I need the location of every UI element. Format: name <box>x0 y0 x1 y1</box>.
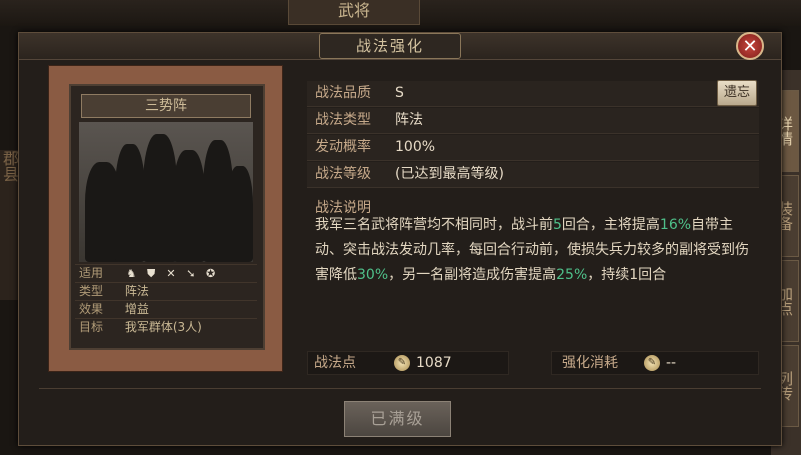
enhance-cost-value: -- <box>666 355 677 371</box>
divider <box>39 388 761 389</box>
level-value: (已达到最高等级) <box>395 166 504 182</box>
max-level-button[interactable]: 已满级 <box>344 401 451 437</box>
cavalry-icon: ♞ <box>126 267 137 280</box>
skill-points-label: 战法点 <box>314 355 356 371</box>
prop-target-row: 目标 我军群体(3人) <box>75 318 257 336</box>
skill-card: 三势阵 适用 ♞ ⛊ ✕ ➘ ✪ 类型 阵法 效果 增益 目标 我军群体(3人) <box>69 84 265 350</box>
type-label: 战法类型 <box>315 112 371 128</box>
level-row: 战法等级 (已达到最高等级) <box>307 162 759 188</box>
desc-highlight: 30% <box>357 267 389 283</box>
window-title: 武将 <box>288 0 420 25</box>
coin-icon: ✎ <box>644 355 660 371</box>
quality-label: 战法品质 <box>315 85 371 101</box>
skill-points-row: 战法点 ✎ 1087 <box>307 351 509 375</box>
prop-type-value: 阵法 <box>124 284 149 298</box>
rate-value: 100% <box>395 139 436 155</box>
prop-type-row: 类型 阵法 <box>75 282 257 300</box>
siege-icon: ✪ <box>206 267 216 280</box>
shield-icon: ⛊ <box>147 267 156 280</box>
prop-target-label: 目标 <box>79 320 104 334</box>
desc-part: 我军三名武将阵营均不相同时，战斗前 <box>315 217 553 233</box>
forget-button[interactable]: 遗忘 <box>717 80 757 106</box>
rate-row: 发动概率 100% <box>307 135 759 161</box>
quality-row: 战法品质 S 遗忘 <box>307 80 759 107</box>
skill-properties: 适用 ♞ ⛊ ✕ ➘ ✪ 类型 阵法 效果 增益 目标 我军群体(3人) <box>75 264 257 336</box>
type-row: 战法类型 阵法 <box>307 108 759 134</box>
dialog-title: 战法强化 <box>319 33 461 59</box>
left-peek-panel: 郡县 <box>0 150 19 300</box>
description-text: 我军三名武将阵营均不相同时，战斗前5回合，主将提高16%自带主动、突击战法发动几… <box>315 213 755 288</box>
skill-points-value: 1087 <box>416 355 452 371</box>
enhance-cost-label: 强化消耗 <box>562 355 618 371</box>
skill-name: 三势阵 <box>81 94 251 118</box>
army-silhouette-image <box>79 122 253 262</box>
prop-suit-label: 适用 <box>79 266 104 280</box>
prop-effect-row: 效果 增益 <box>75 300 257 318</box>
desc-highlight: 25% <box>556 267 588 283</box>
desc-part: ，持续1回合 <box>587 267 667 283</box>
level-label: 战法等级 <box>315 166 371 182</box>
quality-value: S <box>395 85 404 101</box>
prop-suit-row: 适用 ♞ ⛊ ✕ ➘ ✪ <box>75 264 257 282</box>
prop-type-label: 类型 <box>79 284 104 298</box>
prop-target-value: 我军群体(3人) <box>124 320 202 334</box>
coin-icon: ✎ <box>394 355 410 371</box>
desc-part: ，另一名副将造成伤害提高 <box>388 267 557 283</box>
desc-part: 回合，主将提高 <box>561 217 660 233</box>
dialog-header: 战法强化 <box>19 33 781 60</box>
type-value: 阵法 <box>395 112 423 128</box>
close-button[interactable]: ✕ <box>736 32 764 60</box>
skill-card-scroll: 三势阵 适用 ♞ ⛊ ✕ ➘ ✪ 类型 阵法 效果 增益 目标 我军群体(3人) <box>48 65 283 372</box>
prop-effect-label: 效果 <box>79 302 104 316</box>
bow-icon: ✕ <box>166 267 176 280</box>
skill-info-table: 战法品质 S 遗忘 战法类型 阵法 发动概率 100% 战法等级 (已达到最高等… <box>307 80 759 189</box>
rate-label: 发动概率 <box>315 139 371 155</box>
prop-effect-value: 增益 <box>124 302 149 316</box>
desc-highlight: 5 <box>553 217 562 233</box>
skill-enhance-dialog: 战法强化 ✕ 三势阵 适用 ♞ ⛊ ✕ ➘ ✪ 类型 阵法 效果 增益 目标 我… <box>18 32 782 446</box>
desc-highlight: 16% <box>659 217 692 233</box>
enhance-cost-row: 强化消耗 ✎ -- <box>551 351 759 375</box>
spear-icon: ➘ <box>186 267 196 280</box>
